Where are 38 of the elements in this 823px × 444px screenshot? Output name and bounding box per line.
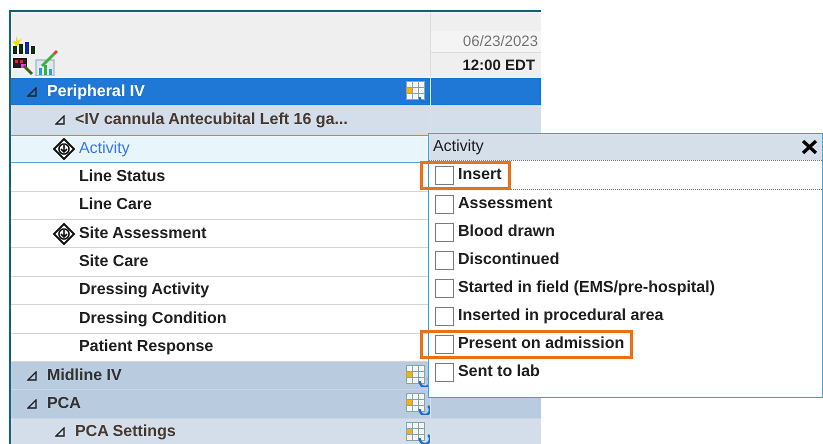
row-label: Peripheral IV (47, 82, 145, 101)
row-label: Activity (79, 140, 130, 158)
checkbox[interactable] (435, 166, 454, 184)
row-label: Site Assessment (79, 224, 206, 243)
row-label: <IV cannula Antecubital Left 16 ga... (75, 111, 348, 130)
checkbox[interactable] (435, 334, 454, 354)
checkbox[interactable] (435, 306, 454, 326)
row-label: Dressing Condition (79, 310, 227, 328)
tree-row[interactable]: PCA (11, 390, 541, 419)
checkbox[interactable] (435, 194, 454, 214)
row-label: Line Status (79, 168, 166, 186)
tree-row[interactable]: PCA Settings (11, 418, 541, 444)
grid-refresh-icon[interactable] (406, 81, 430, 103)
activity-option[interactable]: Present on admission (420, 330, 634, 358)
row-label: Site Care (79, 253, 148, 272)
row-label: PCA Settings (75, 423, 176, 442)
grid-refresh-icon[interactable] (406, 393, 430, 416)
activity-option[interactable]: Insert (420, 160, 511, 190)
row-label: Dressing Activity (79, 281, 210, 300)
row-label: Patient Response (79, 338, 214, 356)
tree-row[interactable]: <IV cannula Antecubital Left 16 ga... (11, 106, 541, 135)
close-icon[interactable] (801, 139, 818, 155)
checkbox[interactable] (435, 222, 454, 242)
collapse-triangle-icon[interactable] (53, 425, 67, 440)
column-date: 06/23/2023 (431, 31, 541, 53)
collapse-triangle-icon[interactable] (53, 113, 67, 128)
column-time: 12:00 EDT (461, 56, 536, 76)
grid-refresh-icon[interactable] (406, 422, 430, 444)
tree-row[interactable]: Peripheral IV (11, 78, 541, 106)
row-label: PCA (47, 394, 81, 413)
popup-title: Activity (433, 138, 484, 156)
checkbox[interactable] (435, 278, 454, 298)
checkbox[interactable] (435, 362, 454, 382)
collapse-triangle-icon[interactable] (25, 368, 39, 383)
checkbox[interactable] (435, 250, 454, 270)
collapse-triangle-icon[interactable] (25, 396, 39, 411)
row-label: Midline IV (47, 366, 122, 385)
row-label: Line Care (79, 196, 152, 214)
